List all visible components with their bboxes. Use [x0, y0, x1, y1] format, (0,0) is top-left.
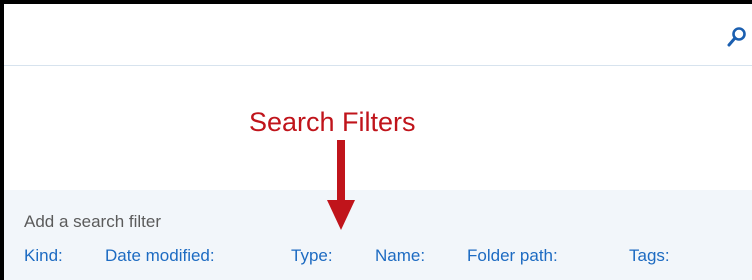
filter-name[interactable]: Name:	[375, 246, 425, 266]
filter-folder-path[interactable]: Folder path:	[467, 246, 558, 266]
explorer-window: Add a search filter Kind: Date modified:…	[4, 4, 752, 280]
search-box[interactable]	[4, 4, 752, 66]
filter-panel-heading: Add a search filter	[24, 212, 162, 231]
search-icon[interactable]	[726, 26, 748, 48]
arrow-down-icon	[327, 140, 355, 230]
filter-type[interactable]: Type:	[291, 246, 333, 266]
search-filter-panel: Add a search filter Kind: Date modified:…	[4, 190, 752, 280]
filter-date-modified[interactable]: Date modified:	[105, 246, 215, 266]
filter-tags[interactable]: Tags:	[629, 246, 670, 266]
filter-kind[interactable]: Kind:	[24, 246, 63, 266]
annotation-label: Search Filters	[249, 107, 416, 137]
